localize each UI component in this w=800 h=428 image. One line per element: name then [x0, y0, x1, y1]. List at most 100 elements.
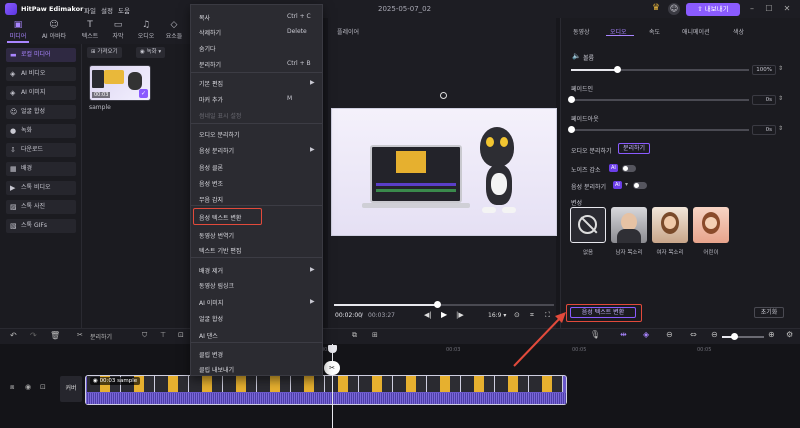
settings-icon[interactable]: ⚙ [786, 330, 793, 339]
duplicate-icon[interactable]: ⧉ [352, 331, 357, 340]
crown-icon[interactable]: ♛ [652, 3, 660, 13]
import-button[interactable]: ⊞ 가져오기 [87, 47, 122, 58]
ai-icon[interactable]: ◈ [643, 330, 649, 339]
sidebar-item-local-media[interactable]: ▬ 로컬 미디어 [6, 48, 76, 62]
tab-media[interactable]: ▣ 미디어 [6, 20, 30, 40]
fadeout-stepper[interactable]: ⇕ [778, 125, 783, 132]
context-menu-item[interactable]: 배경 제거 [199, 266, 223, 275]
cover-button[interactable]: 커버 [60, 376, 82, 402]
chevron-down-icon[interactable]: ▾ [625, 181, 628, 188]
insert-icon[interactable]: ⊞ [372, 331, 378, 339]
split-label[interactable]: 분리하기 [90, 332, 112, 341]
tab-animation[interactable]: 애니메이션 [682, 27, 710, 36]
fadein-stepper[interactable]: ⇕ [778, 95, 783, 102]
scissors-icon[interactable]: ✂ [77, 331, 83, 339]
voice-female[interactable] [652, 207, 688, 243]
trash-icon[interactable]: 🗑 [50, 331, 60, 340]
menu-file[interactable]: 파일 [84, 5, 96, 15]
fadeout-knob[interactable] [568, 126, 575, 133]
noise-reduction-toggle[interactable] [622, 165, 636, 172]
aspect-ratio-dropdown[interactable]: 16:9 ▾ [488, 312, 506, 319]
voice-none[interactable] [570, 207, 606, 243]
snap-icon[interactable]: ⊖ [666, 330, 673, 339]
sidebar-item-ai-video[interactable]: ◈ AI 비디오 [6, 67, 76, 81]
zoom-slider[interactable] [722, 336, 764, 338]
play-icon[interactable]: ▶ [441, 310, 447, 319]
volume-stepper[interactable]: ⇕ [778, 65, 783, 72]
checkmark-icon[interactable]: ✓ [139, 89, 148, 98]
export-button[interactable]: ⇧ 내보내기 [686, 3, 740, 16]
avatar[interactable]: ☺ [668, 3, 680, 15]
zoom-out-icon[interactable]: ⊖ [711, 330, 718, 339]
sidebar-item-download[interactable]: ⇩ 다운로드 [6, 143, 76, 157]
context-menu-item[interactable]: 복사 [199, 13, 210, 22]
volume-knob[interactable] [614, 66, 621, 73]
player-progress-track[interactable] [334, 304, 554, 306]
fadein-value[interactable]: 0s [752, 95, 776, 105]
audio-split-button[interactable]: 분리하기 [618, 143, 651, 154]
media-thumbnail[interactable]: ✓ 00:03 [89, 65, 151, 101]
context-menu-item[interactable]: 분리하기 [199, 60, 221, 69]
microphone-icon[interactable]: 🎙 [590, 330, 600, 339]
fit-icon[interactable]: ⇔ [690, 330, 697, 339]
context-menu-item[interactable]: 음성 분리하기 [199, 146, 234, 155]
context-menu-item[interactable]: AI 이미지 [199, 298, 223, 307]
tab-ai-avatar[interactable]: ☺ AI 아바타 [38, 20, 70, 40]
sidebar-item-stock-gifs[interactable]: ▧ 스톡 GIFs [6, 219, 76, 233]
fadein-slider[interactable] [571, 99, 749, 101]
preview-canvas[interactable] [331, 108, 557, 236]
context-menu-item[interactable]: 무음 감지 [199, 195, 223, 204]
voice-split-toggle[interactable] [633, 182, 647, 189]
volume-slider[interactable] [571, 69, 749, 71]
sidebar-item-stock-photo[interactable]: ▨ 스톡 사진 [6, 200, 76, 214]
reset-button[interactable]: 초기화 [754, 307, 784, 318]
minimize-icon[interactable]: – [746, 3, 758, 15]
tab-audio[interactable]: ♫ 오디오 [134, 20, 158, 40]
fadeout-value[interactable]: 0s [752, 125, 776, 135]
menu-settings[interactable]: 설정 [101, 5, 113, 15]
tab-text[interactable]: T 텍스트 [78, 20, 102, 40]
playhead-handle[interactable] [328, 345, 337, 353]
sidebar-item-ai-image[interactable]: ◈ AI 이미지 [6, 86, 76, 100]
rotate-icon[interactable] [440, 92, 447, 99]
context-menu-item[interactable]: 동영상 림싱크 [199, 281, 234, 290]
link-icon[interactable]: ⇹ [620, 330, 627, 339]
context-menu-item[interactable]: 클립 변경 [199, 350, 223, 359]
eye-icon[interactable]: ◉ [25, 383, 31, 391]
zoom-in-icon[interactable]: ⊕ [768, 330, 775, 339]
close-icon[interactable]: ✕ [781, 3, 793, 15]
tab-elements[interactable]: ◇ 요소들 [162, 20, 186, 40]
tab-speed[interactable]: 속도 [649, 27, 660, 36]
sidebar-item-face-swap[interactable]: ☺ 얼굴 합성 [6, 105, 76, 119]
playhead[interactable] [332, 344, 333, 428]
context-menu-item[interactable]: 클립 내보내기 [199, 365, 234, 374]
speech-to-text-button[interactable]: 음성 텍스트 변환 [570, 307, 636, 318]
sidebar-item-background[interactable]: ▦ 배경 [6, 162, 76, 176]
volume-value[interactable]: 100% [752, 65, 776, 75]
record-dropdown[interactable]: ◉ 녹화 ▾ [136, 47, 166, 58]
context-menu-item[interactable]: 텍스트 기반 편집 [199, 246, 241, 255]
tab-subtitle[interactable]: ▭ 자막 [106, 20, 130, 40]
context-menu-item[interactable]: 오디오 분리하기 [199, 130, 240, 139]
context-menu-item[interactable]: 마커 추가 [199, 95, 223, 104]
voice-male[interactable] [611, 207, 647, 243]
context-menu-item[interactable]: 음성 변조 [199, 179, 223, 188]
context-menu-item[interactable]: 얼굴 합성 [199, 314, 223, 323]
voice-child[interactable] [693, 207, 729, 243]
next-frame-icon[interactable]: |▶ [456, 311, 464, 319]
split-scissors-icon[interactable]: ✂ [324, 361, 340, 375]
tab-color[interactable]: 색상 [733, 27, 744, 36]
sidebar-item-stock-video[interactable]: ▶ 스톡 비디오 [6, 181, 76, 195]
crop-tool-icon[interactable]: ⊡ [178, 331, 184, 339]
sidebar-item-record[interactable]: ● 녹화 [6, 124, 76, 138]
prev-frame-icon[interactable]: ◀| [424, 311, 432, 319]
context-menu-item[interactable]: 삭제하기 [199, 28, 221, 37]
lock-icon[interactable]: ⊡ [40, 383, 46, 391]
fadeout-slider[interactable] [571, 129, 749, 131]
context-menu-item[interactable]: 기본 편집 [199, 79, 223, 88]
maximize-icon[interactable]: ☐ [763, 3, 775, 15]
context-menu-item[interactable]: 숨기다 [199, 44, 216, 53]
zoom-knob[interactable] [731, 333, 738, 340]
text-box-icon[interactable]: ⊤ [160, 331, 166, 339]
context-menu-item[interactable]: 동영상 번역기 [199, 231, 234, 240]
